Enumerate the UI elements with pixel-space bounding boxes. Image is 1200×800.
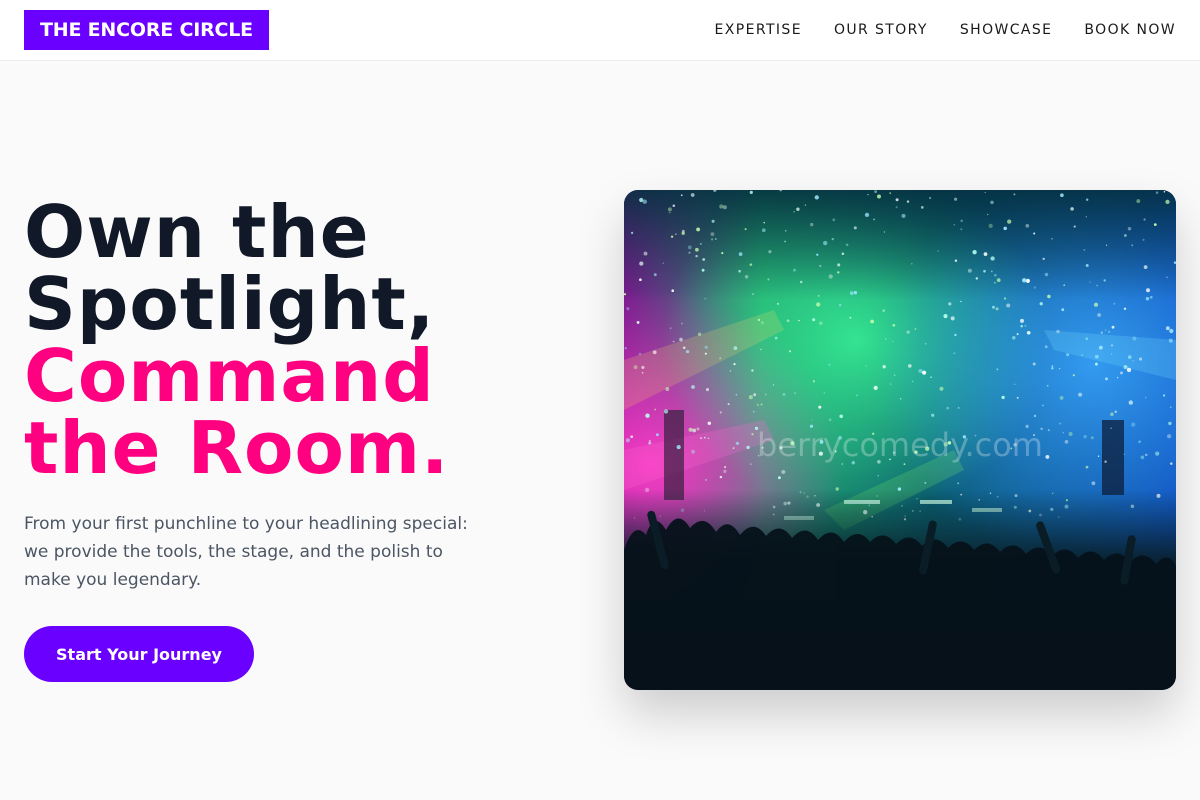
hero-headline: Own the Spotlight, Command the Room. <box>24 196 584 484</box>
nav-link-our-story[interactable]: OUR STORY <box>834 22 928 38</box>
headline-line-1: Own the <box>24 190 370 274</box>
hero-image: berrycomedy.com <box>624 190 1176 690</box>
brand-logo[interactable]: THE ENCORE CIRCLE <box>24 10 269 50</box>
site-header: THE ENCORE CIRCLE EXPERTISE OUR STORY SH… <box>0 0 1200 61</box>
nav-link-expertise[interactable]: EXPERTISE <box>715 22 802 38</box>
start-journey-button[interactable]: Start Your Journey <box>24 626 254 682</box>
headline-line-3: Command <box>24 334 435 418</box>
headline-line-2: Spotlight, <box>24 262 436 346</box>
nav-link-showcase[interactable]: SHOWCASE <box>960 22 1053 38</box>
main-nav: EXPERTISE OUR STORY SHOWCASE BOOK NOW <box>715 0 1176 60</box>
nav-link-book-now[interactable]: BOOK NOW <box>1084 22 1176 38</box>
concert-crowd-image <box>624 190 1176 690</box>
hero-subtext: From your first punchline to your headli… <box>24 514 468 590</box>
headline-line-4: the Room. <box>24 406 450 490</box>
